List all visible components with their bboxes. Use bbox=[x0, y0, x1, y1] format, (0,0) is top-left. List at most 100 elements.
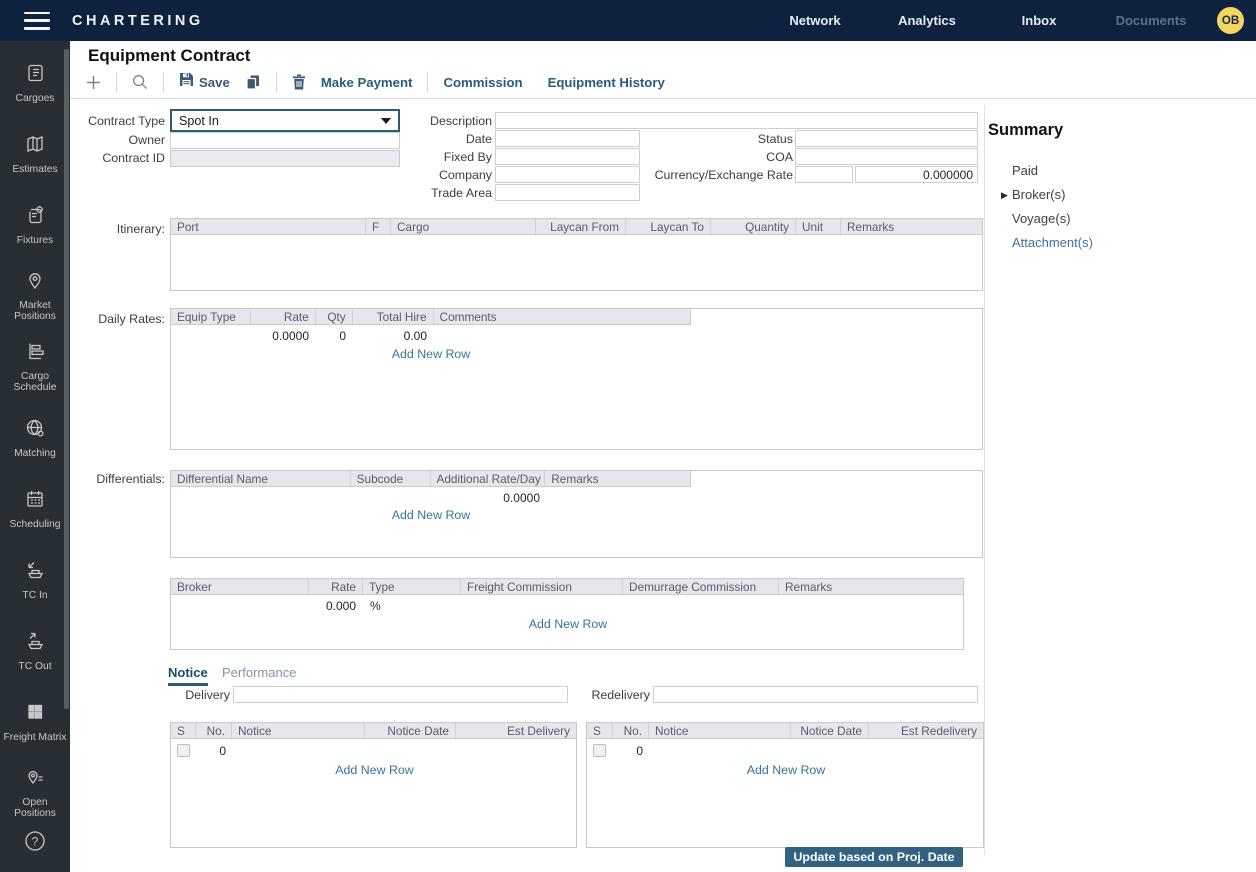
date-field[interactable] bbox=[495, 130, 640, 147]
save-button[interactable]: Save bbox=[179, 72, 230, 92]
nav-network[interactable]: Network bbox=[759, 13, 871, 28]
globe-gear-icon bbox=[24, 417, 46, 444]
daily-rate-value[interactable]: 0.0000 bbox=[251, 329, 309, 343]
summary-item-attachments[interactable]: Attachment(s) bbox=[1012, 235, 1093, 250]
summary-item-voyages[interactable]: Voyage(s) bbox=[1012, 211, 1071, 226]
commission-button[interactable]: Commission bbox=[443, 75, 522, 90]
add-icon[interactable] bbox=[86, 75, 101, 90]
column-header: Est Delivery bbox=[456, 723, 576, 738]
sidebar-item-tc-out[interactable]: TC Out bbox=[3, 615, 67, 686]
avatar[interactable]: OB bbox=[1217, 7, 1244, 34]
column-header: Cargo bbox=[391, 219, 536, 234]
fixed-by-field[interactable] bbox=[495, 148, 640, 165]
sidebar-item-scheduling[interactable]: Scheduling bbox=[3, 473, 67, 544]
currency-exchange-rate-label: Currency/Exchange Rate bbox=[653, 168, 793, 182]
tab-notice[interactable]: Notice bbox=[168, 665, 208, 686]
equipment-history-button[interactable]: Equipment History bbox=[548, 75, 665, 90]
help-icon[interactable]: ? bbox=[23, 829, 47, 858]
sidebar-item-cargo-schedule[interactable]: Cargo Schedule bbox=[3, 331, 67, 402]
date-label: Date bbox=[400, 132, 492, 146]
daily-total-hire-value[interactable]: 0.00 bbox=[353, 329, 427, 343]
exchange-rate-field[interactable] bbox=[855, 166, 978, 183]
top-nav: Network Analytics Inbox Documents bbox=[759, 13, 1207, 28]
redelivery-notice-add-new-row[interactable]: Add New Row bbox=[587, 763, 985, 777]
broker-rate-value[interactable]: 0.000 bbox=[309, 599, 356, 613]
ship-in-icon bbox=[24, 559, 46, 586]
column-header: Rate bbox=[309, 579, 363, 594]
description-label: Description bbox=[400, 114, 492, 128]
trade-area-label: Trade Area bbox=[400, 186, 492, 200]
summary-item-paid[interactable]: Paid bbox=[1012, 163, 1038, 178]
column-header: Laycan To bbox=[626, 219, 711, 234]
sidebar-item-cargoes[interactable]: Cargoes bbox=[3, 47, 67, 118]
column-header: Comments bbox=[434, 309, 690, 324]
differential-rate-value[interactable]: 0.0000 bbox=[431, 491, 540, 505]
contract-type-select[interactable]: Spot In bbox=[170, 109, 400, 132]
tab-performance[interactable]: Performance bbox=[222, 665, 296, 680]
daily-rates-add-new-row[interactable]: Add New Row bbox=[171, 347, 691, 361]
column-header: Port bbox=[171, 219, 366, 234]
contract-id-label: Contract ID bbox=[70, 151, 165, 165]
make-payment-button[interactable]: Make Payment bbox=[321, 75, 413, 90]
coa-label: COA bbox=[683, 150, 793, 164]
differentials-add-new-row[interactable]: Add New Row bbox=[171, 508, 691, 522]
redelivery-notice-table: S No. Notice Notice Date Est Redelivery … bbox=[586, 722, 984, 848]
column-header: Quantity bbox=[711, 219, 796, 234]
menu-icon[interactable] bbox=[24, 12, 50, 30]
summary-item-brokers[interactable]: Broker(s) bbox=[1012, 187, 1065, 202]
trade-area-field[interactable] bbox=[495, 184, 640, 201]
sidebar-item-open-positions[interactable]: Open Positions bbox=[3, 757, 67, 828]
sidebar-item-fixtures[interactable]: Fixtures bbox=[3, 189, 67, 260]
description-field[interactable] bbox=[495, 112, 978, 129]
delivery-notice-table: S No. Notice Notice Date Est Delivery 0 … bbox=[170, 722, 577, 848]
column-header: Est Redelivery bbox=[869, 723, 983, 738]
column-header: Remarks bbox=[779, 579, 963, 594]
page-title: Equipment Contract bbox=[88, 46, 250, 66]
nav-analytics[interactable]: Analytics bbox=[871, 13, 983, 28]
column-header: Subcode bbox=[351, 471, 431, 486]
toolbar-divider bbox=[276, 72, 277, 92]
content-divider bbox=[984, 105, 985, 855]
redelivery-label: Redelivery bbox=[580, 688, 650, 702]
sidebar-item-freight-matrix[interactable]: Freight Matrix bbox=[3, 686, 67, 757]
calendar-icon bbox=[24, 488, 46, 515]
search-icon[interactable] bbox=[132, 74, 148, 90]
sidebar-item-label: Open Positions bbox=[3, 797, 67, 819]
sidebar-item-tc-in[interactable]: TC In bbox=[3, 544, 67, 615]
status-field[interactable] bbox=[795, 130, 978, 147]
column-header: Rate bbox=[251, 309, 316, 324]
top-bar: CHARTERING Network Analytics Inbox Docum… bbox=[0, 0, 1256, 41]
map-icon bbox=[24, 133, 46, 160]
save-icon bbox=[179, 72, 194, 92]
sidebar-item-estimates[interactable]: Estimates bbox=[3, 118, 67, 189]
broker-type-value[interactable]: % bbox=[370, 599, 410, 613]
row-select-checkbox[interactable] bbox=[593, 744, 606, 757]
column-header: Broker bbox=[171, 579, 309, 594]
sidebar-scrollbar[interactable] bbox=[64, 49, 69, 709]
currency-field[interactable] bbox=[795, 166, 853, 183]
update-proj-date-button[interactable]: Update based on Proj. Date bbox=[785, 847, 963, 867]
row-select-checkbox[interactable] bbox=[177, 744, 190, 757]
company-field[interactable] bbox=[495, 166, 640, 183]
redelivery-field[interactable] bbox=[653, 686, 978, 703]
sidebar-item-label: Estimates bbox=[12, 164, 57, 175]
owner-field[interactable] bbox=[170, 132, 400, 149]
brokers-add-new-row[interactable]: Add New Row bbox=[171, 617, 965, 631]
column-header: No. bbox=[196, 723, 232, 738]
sidebar-item-label: Matching bbox=[14, 448, 56, 459]
expand-arrow-icon[interactable]: ▶ bbox=[1001, 190, 1008, 201]
contract-type-label: Contract Type bbox=[70, 114, 165, 128]
coa-field[interactable] bbox=[795, 148, 978, 165]
delivery-notice-add-new-row[interactable]: Add New Row bbox=[171, 763, 578, 777]
daily-qty-value[interactable]: 0 bbox=[316, 329, 346, 343]
delete-icon[interactable] bbox=[292, 74, 306, 90]
itinerary-label: Itinerary: bbox=[95, 222, 165, 236]
nav-inbox[interactable]: Inbox bbox=[983, 13, 1095, 28]
notice-row-number: 0 bbox=[196, 744, 226, 758]
copy-icon[interactable] bbox=[245, 74, 261, 90]
column-header: Notice Date bbox=[365, 723, 456, 738]
sidebar-item-market-positions[interactable]: Market Positions bbox=[3, 260, 67, 331]
sidebar-item-label: Freight Matrix bbox=[4, 732, 67, 743]
sidebar-item-matching[interactable]: Matching bbox=[3, 402, 67, 473]
delivery-field[interactable] bbox=[233, 686, 568, 703]
